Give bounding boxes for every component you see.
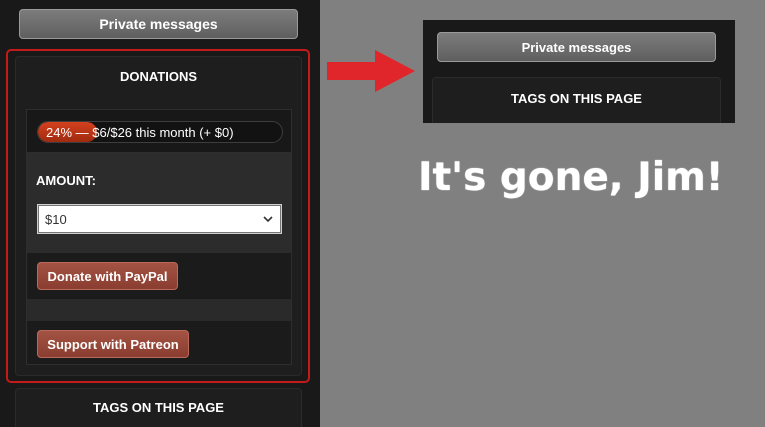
tags-widget-after: TAGS ON THIS PAGE (432, 77, 721, 123)
private-messages-label-after: Private messages (521, 39, 632, 55)
private-messages-button-after[interactable]: Private messages (437, 32, 716, 62)
sidebar-after: Private messages TAGS ON THIS PAGE (423, 20, 735, 123)
caption-text: It's gone, Jim! (418, 155, 724, 200)
right-arrow-icon (327, 50, 415, 92)
tags-title-after: TAGS ON THIS PAGE (511, 91, 642, 106)
private-messages-button[interactable]: Private messages (19, 9, 298, 39)
sidebar-before: Private messages DONATIONS 24% — $6/$26 … (0, 0, 320, 427)
private-messages-label: Private messages (99, 16, 218, 32)
tags-widget: TAGS ON THIS PAGE (15, 388, 302, 427)
tags-title: TAGS ON THIS PAGE (93, 400, 224, 415)
donations-highlight-outline (6, 49, 310, 383)
